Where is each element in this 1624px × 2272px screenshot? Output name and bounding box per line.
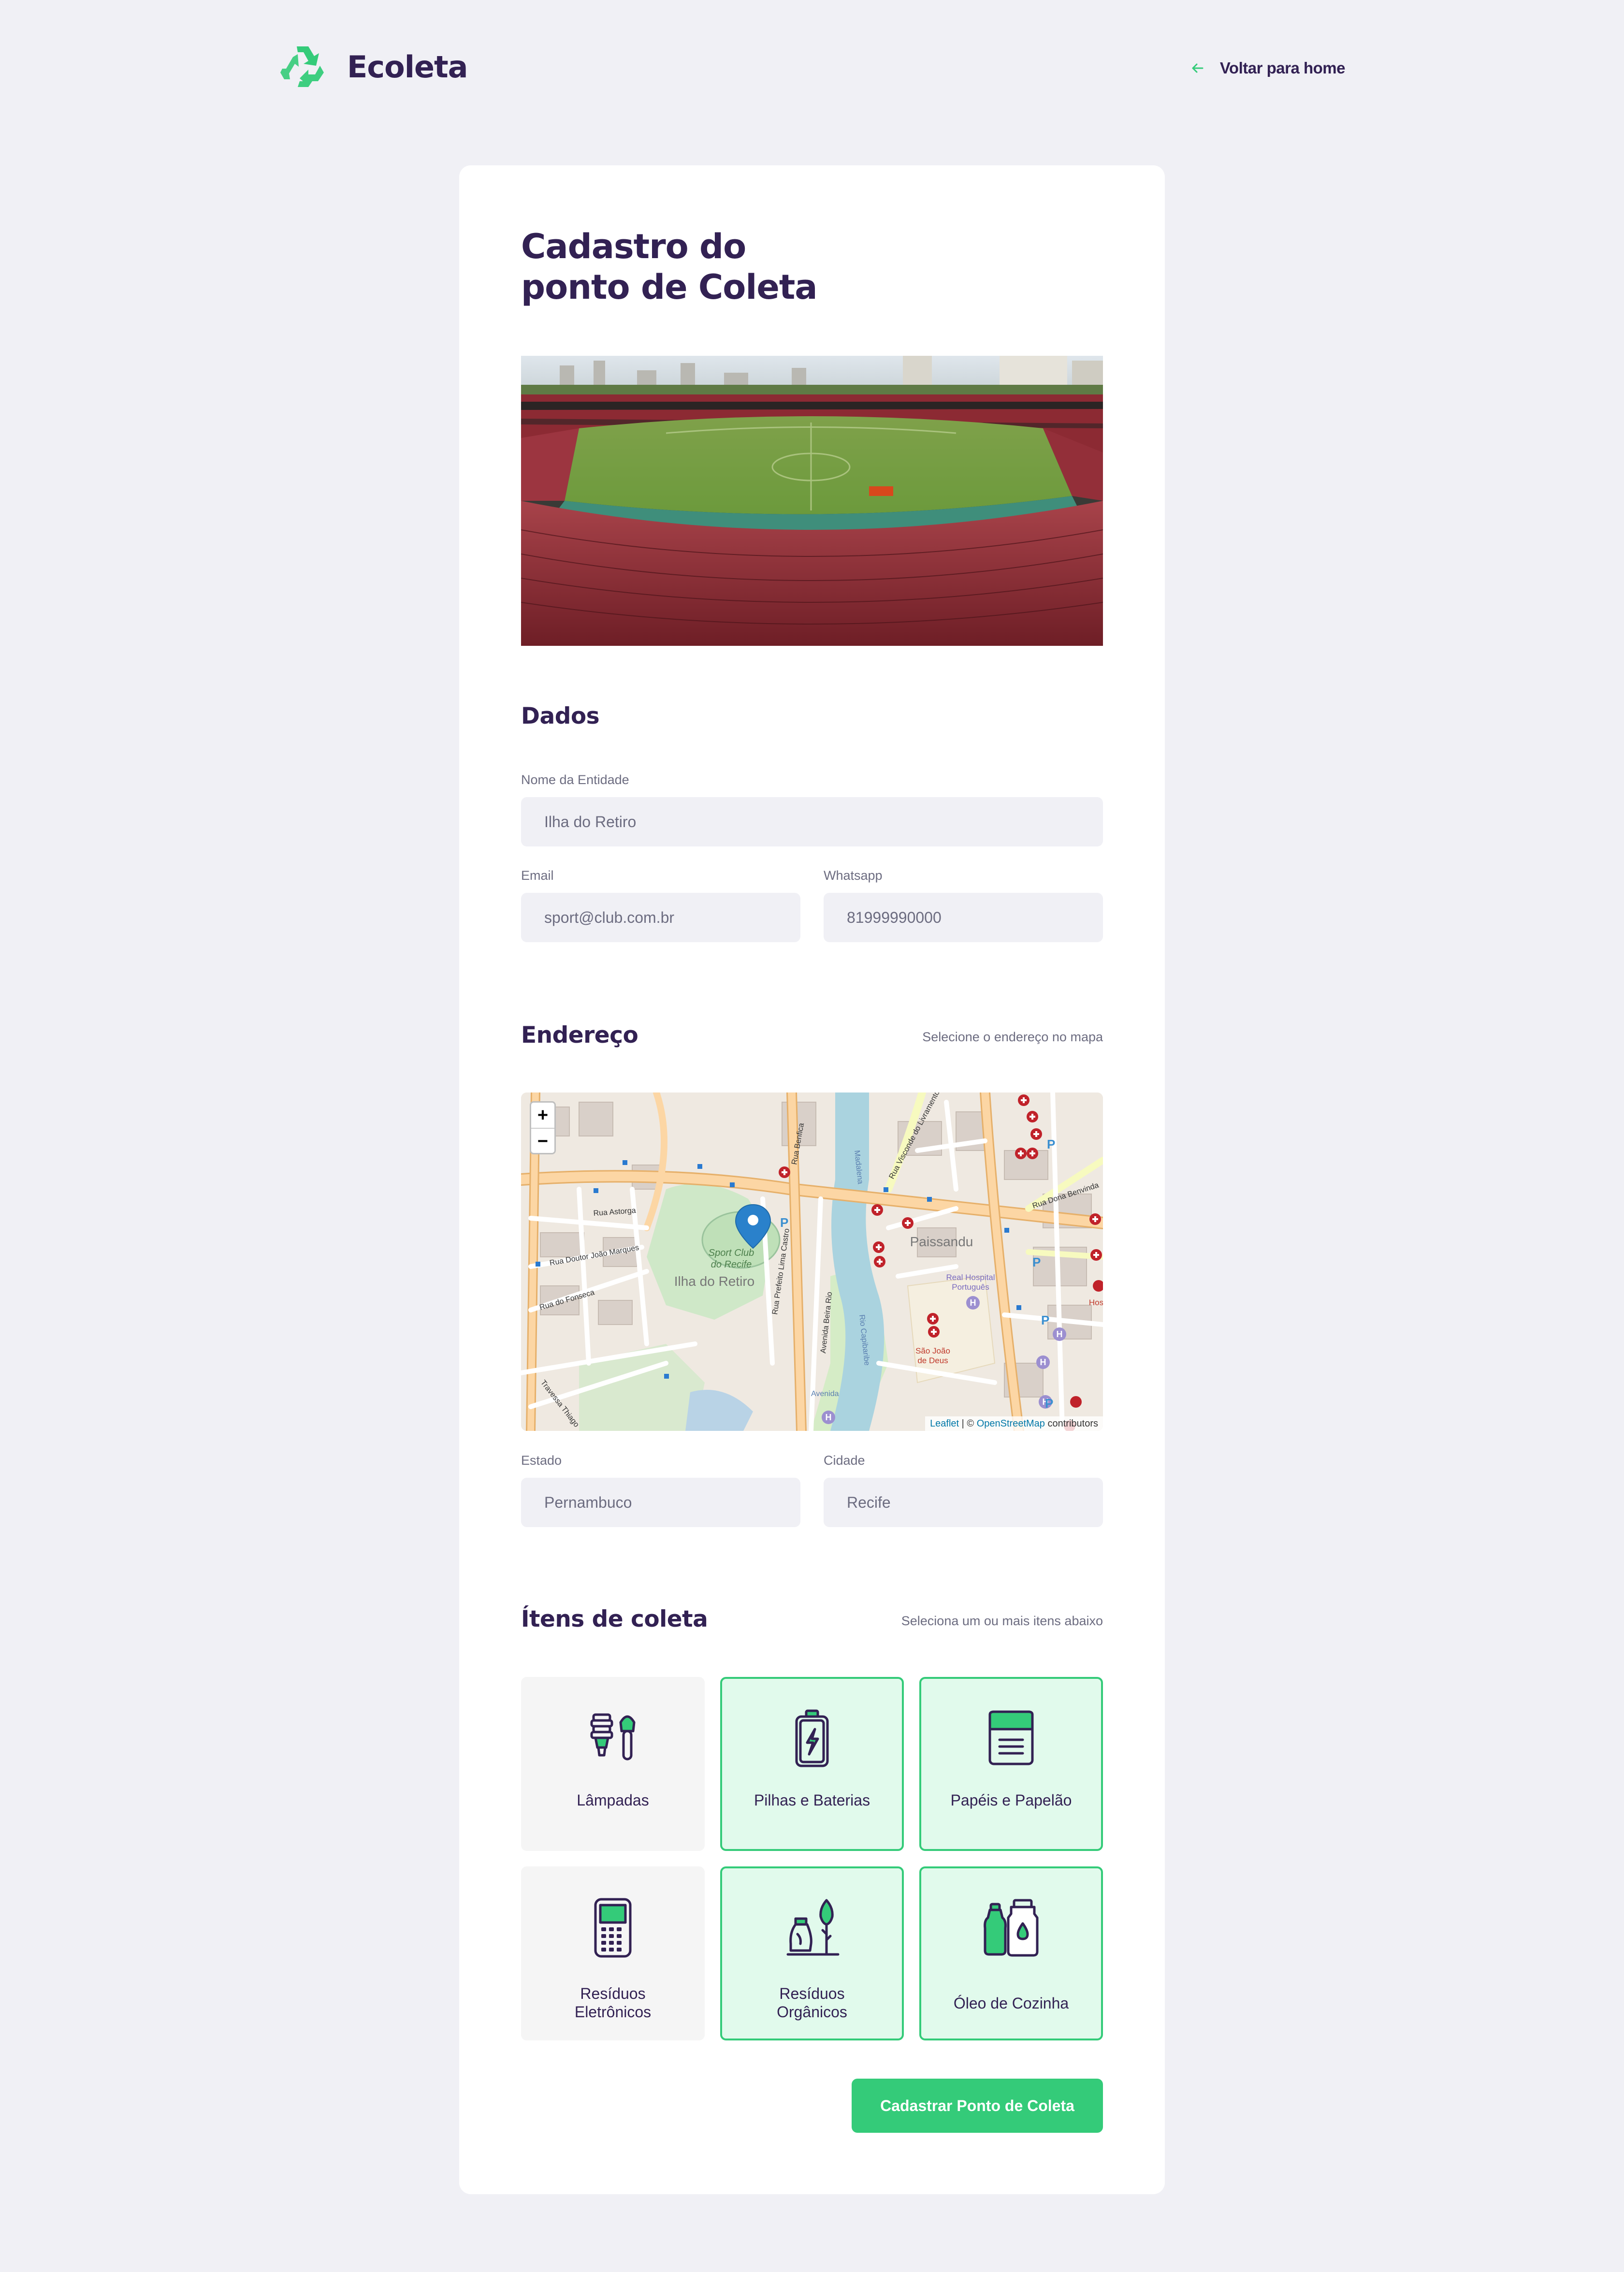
svg-text:P: P bbox=[1032, 1255, 1041, 1269]
svg-text:P: P bbox=[1045, 1396, 1053, 1411]
recycle-icon bbox=[280, 46, 324, 87]
electronics-icon bbox=[579, 1893, 647, 1961]
lamps-icon bbox=[579, 1704, 647, 1772]
items-grid: Lâmpadas Pilhas e Baterias Papéis e Pape… bbox=[521, 1677, 1103, 2040]
item-papeis-papelao[interactable]: Papéis e Papelão bbox=[919, 1677, 1103, 1851]
item-label-line-2: Eletrônicos bbox=[574, 2003, 652, 2021]
whatsapp-label: Whatsapp bbox=[824, 868, 883, 883]
item-oleo-cozinha[interactable]: Óleo de Cozinha bbox=[919, 1866, 1103, 2040]
map-label-ilha: Ilha do Retiro bbox=[674, 1274, 755, 1289]
name-label: Nome da Entidade bbox=[521, 772, 629, 787]
map-attribution: Leaflet | © OpenStreetMap contributors bbox=[925, 1416, 1103, 1431]
item-label: Óleo de Cozinha bbox=[953, 1995, 1069, 2012]
item-label: Resíduos Orgânicos bbox=[732, 1984, 892, 2021]
map-label-real-hospital: Real Hospital bbox=[946, 1273, 995, 1282]
field-cidade: Cidade Recife bbox=[824, 1453, 1103, 1527]
name-input[interactable]: Ilha do Retiro bbox=[521, 797, 1103, 846]
submit-button[interactable]: Cadastrar Ponto de Coleta bbox=[852, 2079, 1103, 2133]
map-label-hos: Hos bbox=[1089, 1298, 1103, 1307]
map-label-portugues: Português bbox=[952, 1282, 989, 1292]
back-link-label: Voltar para home bbox=[1219, 59, 1346, 77]
section-title-endereco: Endereço bbox=[521, 1022, 638, 1049]
itens-hint: Seleciona um ou mais itens abaixo bbox=[901, 1614, 1103, 1628]
zoom-out-button[interactable]: − bbox=[531, 1128, 554, 1153]
section-dados: Dados bbox=[521, 703, 1103, 737]
page-header: Ecoleta Voltar para home bbox=[0, 0, 1624, 135]
attribution-tail: contributors bbox=[1044, 1418, 1098, 1429]
item-label: Resíduos Eletrônicos bbox=[533, 1984, 693, 2021]
item-residuos-eletronicos[interactable]: Resíduos Eletrônicos bbox=[521, 1866, 705, 2040]
item-label-line-1: Resíduos bbox=[779, 1985, 845, 2002]
svg-text:H: H bbox=[1057, 1329, 1063, 1339]
field-estado: Estado Pernambuco bbox=[521, 1453, 800, 1527]
svg-text:P: P bbox=[780, 1215, 788, 1230]
item-label-line-2: Orgânicos bbox=[777, 2003, 847, 2021]
section-title-dados: Dados bbox=[521, 703, 600, 729]
paper-icon bbox=[977, 1704, 1045, 1772]
field-email: Email sport@club.com.br bbox=[521, 868, 800, 942]
item-pilhas-baterias[interactable]: Pilhas e Baterias bbox=[720, 1677, 904, 1851]
map-zoom-control: + − bbox=[530, 1101, 556, 1154]
logo-text: Ecoleta bbox=[347, 49, 468, 85]
svg-text:H: H bbox=[970, 1298, 976, 1308]
cidade-label: Cidade bbox=[824, 1453, 865, 1468]
estado-select[interactable]: Pernambuco bbox=[521, 1478, 800, 1527]
page-title: Cadastro do ponto de Coleta bbox=[521, 226, 859, 307]
organic-icon bbox=[778, 1893, 846, 1961]
map-label-de-deus: de Deus bbox=[917, 1356, 948, 1365]
map-label-paissandu: Paissandu bbox=[910, 1234, 973, 1249]
svg-text:P: P bbox=[1047, 1137, 1055, 1151]
svg-text:P: P bbox=[1041, 1313, 1049, 1327]
section-endereco: Endereço Selecione o endereço no mapa bbox=[521, 1022, 1103, 1056]
zoom-in-button[interactable]: + bbox=[531, 1103, 554, 1128]
map-label-do-recife: do Recife bbox=[711, 1259, 752, 1270]
map-label-avenida: Avenida bbox=[811, 1390, 839, 1398]
item-lampadas[interactable]: Lâmpadas bbox=[521, 1677, 705, 1851]
openstreetmap-link[interactable]: OpenStreetMap bbox=[977, 1418, 1045, 1429]
cidade-select[interactable]: Recife bbox=[824, 1478, 1103, 1527]
battery-icon bbox=[778, 1704, 846, 1772]
estado-label: Estado bbox=[521, 1453, 562, 1468]
item-label-line-1: Resíduos bbox=[580, 1985, 646, 2002]
email-label: Email bbox=[521, 868, 554, 883]
email-input[interactable]: sport@club.com.br bbox=[521, 893, 800, 942]
field-name: Nome da Entidade Ilha do Retiro bbox=[521, 772, 1103, 846]
item-residuos-organicos[interactable]: Resíduos Orgânicos bbox=[720, 1866, 904, 2040]
map-label-sao-joao: São João bbox=[915, 1346, 950, 1355]
arrow-left-icon bbox=[1192, 63, 1204, 73]
whatsapp-input[interactable]: 81999990000 bbox=[824, 893, 1103, 942]
svg-text:H: H bbox=[826, 1413, 832, 1422]
section-title-itens: Ítens de coleta bbox=[521, 1606, 708, 1632]
page-title-line-2: ponto de Coleta bbox=[521, 267, 818, 307]
back-to-home-link[interactable]: Voltar para home bbox=[1188, 56, 1346, 80]
svg-text:H: H bbox=[1040, 1357, 1046, 1367]
leaflet-link[interactable]: Leaflet bbox=[930, 1418, 959, 1429]
map-tiles: Rua Astorga Rua Doutor João Marques Rua … bbox=[521, 1092, 1103, 1431]
page-title-line-1: Cadastro do bbox=[521, 227, 746, 266]
form-card: Cadastro do ponto de Coleta Dados Nome d… bbox=[459, 165, 1165, 2194]
field-whatsapp: Whatsapp 81999990000 bbox=[824, 868, 1103, 942]
oil-icon bbox=[977, 1893, 1045, 1961]
item-label: Lâmpadas bbox=[577, 1791, 649, 1809]
address-map[interactable]: Rua Astorga Rua Doutor João Marques Rua … bbox=[521, 1092, 1103, 1431]
logo[interactable]: Ecoleta bbox=[278, 43, 468, 91]
image-dropzone[interactable] bbox=[521, 356, 1103, 646]
item-label: Papéis e Papelão bbox=[950, 1791, 1072, 1809]
section-itens: Ítens de coleta Seleciona um ou mais ite… bbox=[521, 1606, 1103, 1640]
map-label-sport-club: Sport Club bbox=[709, 1248, 754, 1258]
stadium-photo bbox=[521, 356, 1103, 646]
endereco-hint: Selecione o endereço no mapa bbox=[922, 1030, 1103, 1044]
item-label: Pilhas e Baterias bbox=[754, 1791, 870, 1809]
attribution-separator: | © bbox=[959, 1418, 977, 1429]
